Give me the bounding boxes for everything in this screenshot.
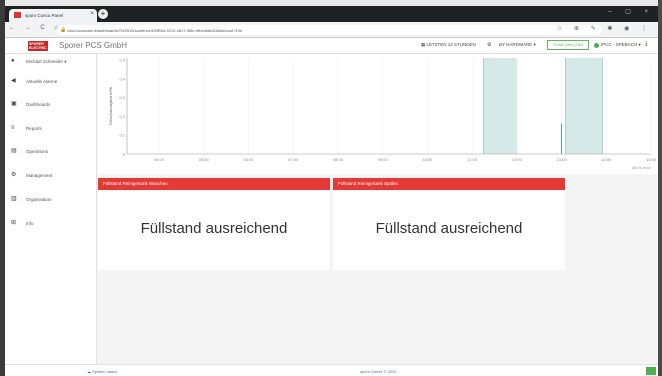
copyright-link[interactable]: spom GmbH © 2020 [360, 369, 397, 374]
chart-svg[interactable]: 0.3 0.4 0.3 0.2 0.1 0 04:00 05:00 06:00 07:00 08:0… [98, 54, 658, 174]
y-tick-label: 0 [123, 152, 126, 157]
sidebar-item-label: Management [26, 173, 53, 178]
system-status-label: System status [92, 369, 118, 374]
browser-address-bar: ← → C ⌂ 🔒 cloud.sumcast.lt/dashboard/cTN… [5, 22, 658, 38]
y-tick-label: 0.3 [119, 58, 125, 63]
tank-card-waschen: Füllstand Reinigertank Waschen Füllstand… [98, 178, 330, 270]
sidebar-item-label: Operations [26, 149, 49, 154]
x-tick-label: 11:00 [467, 157, 477, 162]
close-tab-icon[interactable]: × [90, 11, 94, 17]
new-tab-icon[interactable]: + [98, 9, 108, 19]
time-range-label: LETZTEN 12 STUNDEN [426, 42, 476, 47]
organisation-icon: ▥ [11, 196, 17, 202]
x-tick-label: 06:00 [243, 157, 254, 162]
reports-icon: ≡ [11, 125, 15, 131]
y-axis-label: Geschwindigkeit m³/h [108, 87, 113, 125]
x-tick-label: 04:00 [154, 157, 165, 162]
highlight-band [565, 58, 603, 154]
sidebar-item-reports[interactable]: ≡ Reports [5, 123, 97, 135]
sidebar-item-label: Organisation [26, 197, 52, 202]
tank-card-spuelen: Füllstand Reinigertank Spülen Füllstand … [333, 178, 565, 270]
app: SPORER ELECTRIC Sporer PCS GmbH ▦ LETZTE… [5, 38, 658, 376]
sidebar-item-label: Dashboards [26, 102, 51, 107]
hardware-dropdown[interactable]: BY HARDWARE ▾ [499, 42, 536, 48]
sidebar-item-alarms[interactable]: ◀ Aktuelle Alarme [5, 76, 97, 88]
trend-view-button[interactable]: Trend View (Tile) [547, 40, 589, 50]
y-tick-label: 0.4 [119, 76, 125, 81]
url-input[interactable]: 🔒 cloud.sumcast.lt/dashboard/cTNS915/sun… [57, 25, 602, 35]
favicon-icon [14, 12, 21, 18]
sidebar-item-label: Aktuelle Alarme [26, 79, 58, 84]
time-range-button[interactable]: ▦ LETZTEN 12 STUNDEN [421, 42, 476, 48]
download-icon[interactable]: ⤓ [645, 41, 648, 48]
x-tick-label: 09:00 [378, 157, 389, 162]
x-tick-label: 10:00 [422, 157, 433, 162]
browser-nav-icons[interactable]: ← → C ⌂ [9, 25, 62, 31]
footer: ☁ System status spom GmbH © 2020 [5, 364, 658, 376]
info-icon: ⊞ [11, 220, 17, 226]
sidebar-item-user[interactable]: ● Michael Schneider ▾ [5, 56, 97, 68]
sidebar-item-management[interactable]: ⚙ Management [5, 170, 97, 182]
brand-name: Sporer PCS GmbH [59, 41, 128, 50]
x-tick-label: 14:00 [601, 157, 612, 162]
user-icon: ● [11, 58, 15, 64]
y-tick-label: 0.2 [119, 114, 125, 119]
card-value: Füllstand ausreichend [375, 220, 523, 237]
browser-tab-strip: spom Cuncu Panel × + – ▢ × [5, 6, 658, 22]
card-value: Füllstand ausreichend [140, 220, 288, 237]
browser-extension-icons[interactable]: ☆ ⊕ ✎ ✱ ◉ ⋮ [557, 25, 652, 32]
lock-icon: 🔒 [60, 27, 67, 33]
x-tick-label: 08:00 [333, 157, 344, 162]
app-header: SPORER ELECTRIC Sporer PCS GmbH ▦ LETZTE… [5, 38, 658, 54]
browser-tab-title: spom Cuncu Panel [25, 13, 64, 18]
desktop-edge-right [658, 0, 662, 376]
screen: spom Cuncu Panel × + – ▢ × ← → C ⌂ 🔒 clo… [0, 0, 662, 376]
highlight-band [483, 58, 517, 154]
status-dot-icon [594, 43, 599, 48]
system-status-link[interactable]: ☁ System status [87, 369, 117, 374]
browser-tab[interactable]: spom Cuncu Panel × [9, 9, 97, 22]
window-controls[interactable]: – ▢ × [608, 8, 654, 15]
logo[interactable]: SPORER ELECTRIC [28, 41, 48, 51]
sidebar-item-label: Info [26, 221, 34, 226]
sidebar-item-organisation[interactable]: ▥ Organisation [5, 194, 97, 206]
sidebar: ● Michael Schneider ▾ ◀ Aktuelle Alarme … [5, 54, 97, 376]
chart-corner-note: Alt ex hour [632, 165, 652, 170]
sidebar-item-label: Michael Schneider ▾ [26, 59, 67, 64]
card-title: Füllstand Reinigertank Waschen [98, 178, 330, 190]
y-tick-label: 0.3 [119, 95, 125, 100]
dashboard-icon: ▣ [11, 101, 17, 107]
x-tick-label: 05:00 [199, 157, 210, 162]
x-tick-label: 12:00 [512, 157, 523, 162]
sidebar-item-label: Reports [26, 126, 42, 131]
url-text: cloud.sumcast.lt/dashboard/cTNS915/sunfe… [67, 28, 242, 33]
gear-icon[interactable]: ⚙ [487, 42, 491, 48]
location-dropdown[interactable]: IPCC - SPEBACH ▾ [601, 42, 641, 48]
sidebar-item-info[interactable]: ⊞ Info [5, 218, 97, 230]
sidebar-item-dashboards[interactable]: ▣ Dashboards [5, 99, 97, 111]
x-tick-label: 15:00 [646, 157, 657, 162]
x-tick-label: 07:00 [288, 157, 299, 162]
y-tick-label: 0.1 [119, 133, 125, 138]
x-tick-label: 13:00 [557, 157, 568, 162]
sidebar-item-operations[interactable]: ▤ Operations [5, 146, 97, 158]
management-icon: ⚙ [11, 172, 17, 178]
megaphone-icon: ◀ [11, 78, 16, 84]
chat-icon[interactable] [646, 367, 656, 375]
operations-icon: ▤ [11, 148, 17, 154]
card-title: Füllstand Reinigertank Spülen [333, 178, 565, 190]
chart-panel: 0.3 0.4 0.3 0.2 0.1 0 04:00 05:00 06:00 07:00 08:0… [98, 54, 658, 174]
